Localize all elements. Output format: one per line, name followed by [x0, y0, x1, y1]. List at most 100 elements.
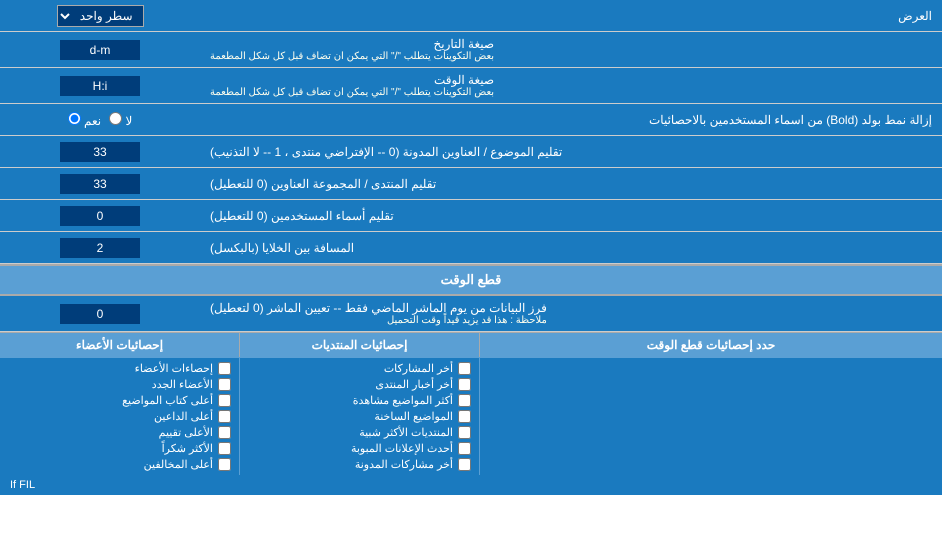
forum-stat-check-5[interactable]	[458, 442, 471, 455]
forum-trim-label: تقليم المنتدى / المجموعة العناوين (0 للت…	[200, 168, 942, 199]
bold-no-label: لا	[109, 112, 132, 128]
users-trim-row: تقليم أسماء المستخدمين (0 للتعطيل)	[0, 200, 942, 232]
forum-trim-row: تقليم المنتدى / المجموعة العناوين (0 للت…	[0, 168, 942, 200]
bold-yes-radio[interactable]	[68, 112, 81, 125]
forum-stat-label-4: المنتديات الأكثر شبية	[359, 426, 453, 439]
top-row: العرض سطر واحد	[0, 0, 942, 32]
bottom-content-row: أخر المشاركات أخر أخبار المنتدى أكثر الم…	[0, 358, 942, 475]
forum-stat-label-1: أخر أخبار المنتدى	[375, 378, 453, 391]
member-stat-item-3: أعلى الداعين	[8, 410, 231, 423]
forum-stat-item-5: أحدث الإعلانات المبوبة	[248, 442, 471, 455]
forum-stat-item-4: المنتديات الأكثر شبية	[248, 426, 471, 439]
member-stat-label-top: إحصاءات الأعضاء	[135, 362, 213, 375]
if-fil-row: If FIL	[0, 475, 942, 495]
forum-stat-label-2: أكثر المواضيع مشاهدة	[353, 394, 453, 407]
member-stats-col: إحصاءات الأعضاء الأعضاء الجدد أعلى كتاب …	[0, 358, 239, 475]
if-fil-text: If FIL	[10, 479, 35, 491]
forum-stat-item-1: أخر أخبار المنتدى	[248, 378, 471, 391]
member-stat-check-6[interactable]	[218, 458, 231, 471]
forum-trim-input-container	[0, 168, 200, 199]
users-trim-input[interactable]	[60, 206, 140, 226]
bold-remove-label: إزالة نمط بولد (Bold) من اسماء المستخدمي…	[200, 108, 942, 132]
cell-padding-input-container	[0, 232, 200, 263]
col3-header: إحصائيات الأعضاء	[0, 333, 239, 357]
stats-section-label: حدد إحصائيات قطع الوقت	[647, 338, 775, 352]
bottom-stats-section: حدد إحصائيات قطع الوقت إحصائيات المنتديا…	[0, 332, 942, 475]
bold-remove-radios: نعم لا	[0, 109, 200, 131]
member-stat-item-5: الأكثر شكراً	[8, 442, 231, 455]
title-trim-label: تقليم الموضوع / العناوين المدونة (0 -- ا…	[200, 136, 942, 167]
time-format-input-container	[0, 68, 200, 103]
time-format-main-label: صيغة الوقت	[210, 73, 494, 87]
date-format-row: صيغة التاريخ بعض التكوينات يتطلب "/" الت…	[0, 32, 942, 68]
forum-stat-check-2[interactable]	[458, 394, 471, 407]
bold-yes-label: نعم	[68, 112, 101, 128]
forum-stat-check-0[interactable]	[458, 362, 471, 375]
date-format-label: صيغة التاريخ بعض التكوينات يتطلب "/" الت…	[200, 32, 942, 67]
member-stat-check-2[interactable]	[218, 394, 231, 407]
bottom-header-row: حدد إحصائيات قطع الوقت إحصائيات المنتديا…	[0, 333, 942, 358]
date-format-input[interactable]	[60, 40, 140, 60]
member-stat-check-4[interactable]	[218, 426, 231, 439]
cutoff-section-title: قطع الوقت	[0, 264, 942, 296]
time-format-row: صيغة الوقت بعض التكوينات يتطلب "/" التي …	[0, 68, 942, 104]
member-stat-item-0: إحصاءات الأعضاء	[8, 362, 231, 375]
forum-stat-item-2: أكثر المواضيع مشاهدة	[248, 394, 471, 407]
bold-no-text: لا	[125, 114, 132, 128]
title-trim-input[interactable]	[60, 142, 140, 162]
member-stat-item-6: أعلى المخالفين	[8, 458, 231, 471]
cell-padding-input[interactable]	[60, 238, 140, 258]
title-trim-input-container	[0, 136, 200, 167]
member-stat-check-1[interactable]	[218, 378, 231, 391]
cutoff-days-row: فرز البيانات من يوم الماشر الماضي فقط --…	[0, 296, 942, 332]
forum-stat-item-0: أخر المشاركات	[248, 362, 471, 375]
cutoff-days-note: ملاحظة : هذا قد يزيد قيداً وقت التحميل	[210, 315, 547, 326]
member-stat-label-5: أعلى المخالفين	[144, 458, 213, 471]
member-stat-check-5[interactable]	[218, 442, 231, 455]
member-stat-label-2: أعلى الداعين	[154, 410, 213, 423]
bold-no-radio[interactable]	[109, 112, 122, 125]
forum-trim-input[interactable]	[60, 174, 140, 194]
forum-stat-label-5: أحدث الإعلانات المبوبة	[351, 442, 453, 455]
forum-stat-item-6: أخر مشاركات المدونة	[248, 458, 471, 471]
top-row-label-text: العرض	[898, 9, 932, 23]
forum-stats-col: أخر المشاركات أخر أخبار المنتدى أكثر الم…	[239, 358, 479, 475]
display-dropdown[interactable]: سطر واحد	[57, 5, 144, 27]
users-trim-label: تقليم أسماء المستخدمين (0 للتعطيل)	[200, 200, 942, 231]
member-stat-item-2: أعلى كتاب المواضيع	[8, 394, 231, 407]
member-stat-label-3: الأعلى تقييم	[159, 426, 213, 439]
cutoff-days-main-label: فرز البيانات من يوم الماشر الماضي فقط --…	[210, 301, 547, 315]
forum-stat-label-3: المواضيع الساخنة	[374, 410, 453, 423]
member-stat-label-0: الأعضاء الجدد	[152, 378, 213, 391]
title-trim-row: تقليم الموضوع / العناوين المدونة (0 -- ا…	[0, 136, 942, 168]
top-row-input: سطر واحد	[0, 2, 200, 30]
time-format-label: صيغة الوقت بعض التكوينات يتطلب "/" التي …	[200, 68, 942, 103]
users-trim-input-container	[0, 200, 200, 231]
top-row-label: العرض	[200, 4, 942, 28]
forum-stat-check-6[interactable]	[458, 458, 471, 471]
date-format-sublabel: بعض التكوينات يتطلب "/" التي يمكن ان تضا…	[210, 51, 494, 62]
member-stat-item-1: الأعضاء الجدد	[8, 378, 231, 391]
bold-yes-text: نعم	[84, 114, 101, 128]
member-stat-check-0[interactable]	[218, 362, 231, 375]
forum-stat-check-1[interactable]	[458, 378, 471, 391]
cutoff-days-input-container	[0, 296, 200, 331]
member-stat-check-3[interactable]	[218, 410, 231, 423]
cutoff-days-input[interactable]	[60, 304, 140, 324]
cell-padding-row: المسافة بين الخلايا (بالبكسل)	[0, 232, 942, 264]
col2-header: إحصائيات المنتديات	[239, 333, 479, 357]
forum-stat-check-4[interactable]	[458, 426, 471, 439]
date-format-main-label: صيغة التاريخ	[210, 37, 494, 51]
forum-stat-label-6: أخر مشاركات المدونة	[355, 458, 453, 471]
time-format-sublabel: بعض التكوينات يتطلب "/" التي يمكن ان تضا…	[210, 87, 494, 98]
forum-stat-item-3: المواضيع الساخنة	[248, 410, 471, 423]
forum-stat-check-3[interactable]	[458, 410, 471, 423]
cutoff-days-label: فرز البيانات من يوم الماشر الماضي فقط --…	[200, 296, 942, 331]
member-stat-label-4: الأكثر شكراً	[162, 442, 213, 455]
time-format-input[interactable]	[60, 76, 140, 96]
main-container: العرض سطر واحد صيغة التاريخ بعض التكوينا…	[0, 0, 942, 495]
date-format-input-container	[0, 32, 200, 67]
stats-left-col	[479, 358, 942, 475]
member-stat-item-4: الأعلى تقييم	[8, 426, 231, 439]
cell-padding-label: المسافة بين الخلايا (بالبكسل)	[200, 232, 942, 263]
